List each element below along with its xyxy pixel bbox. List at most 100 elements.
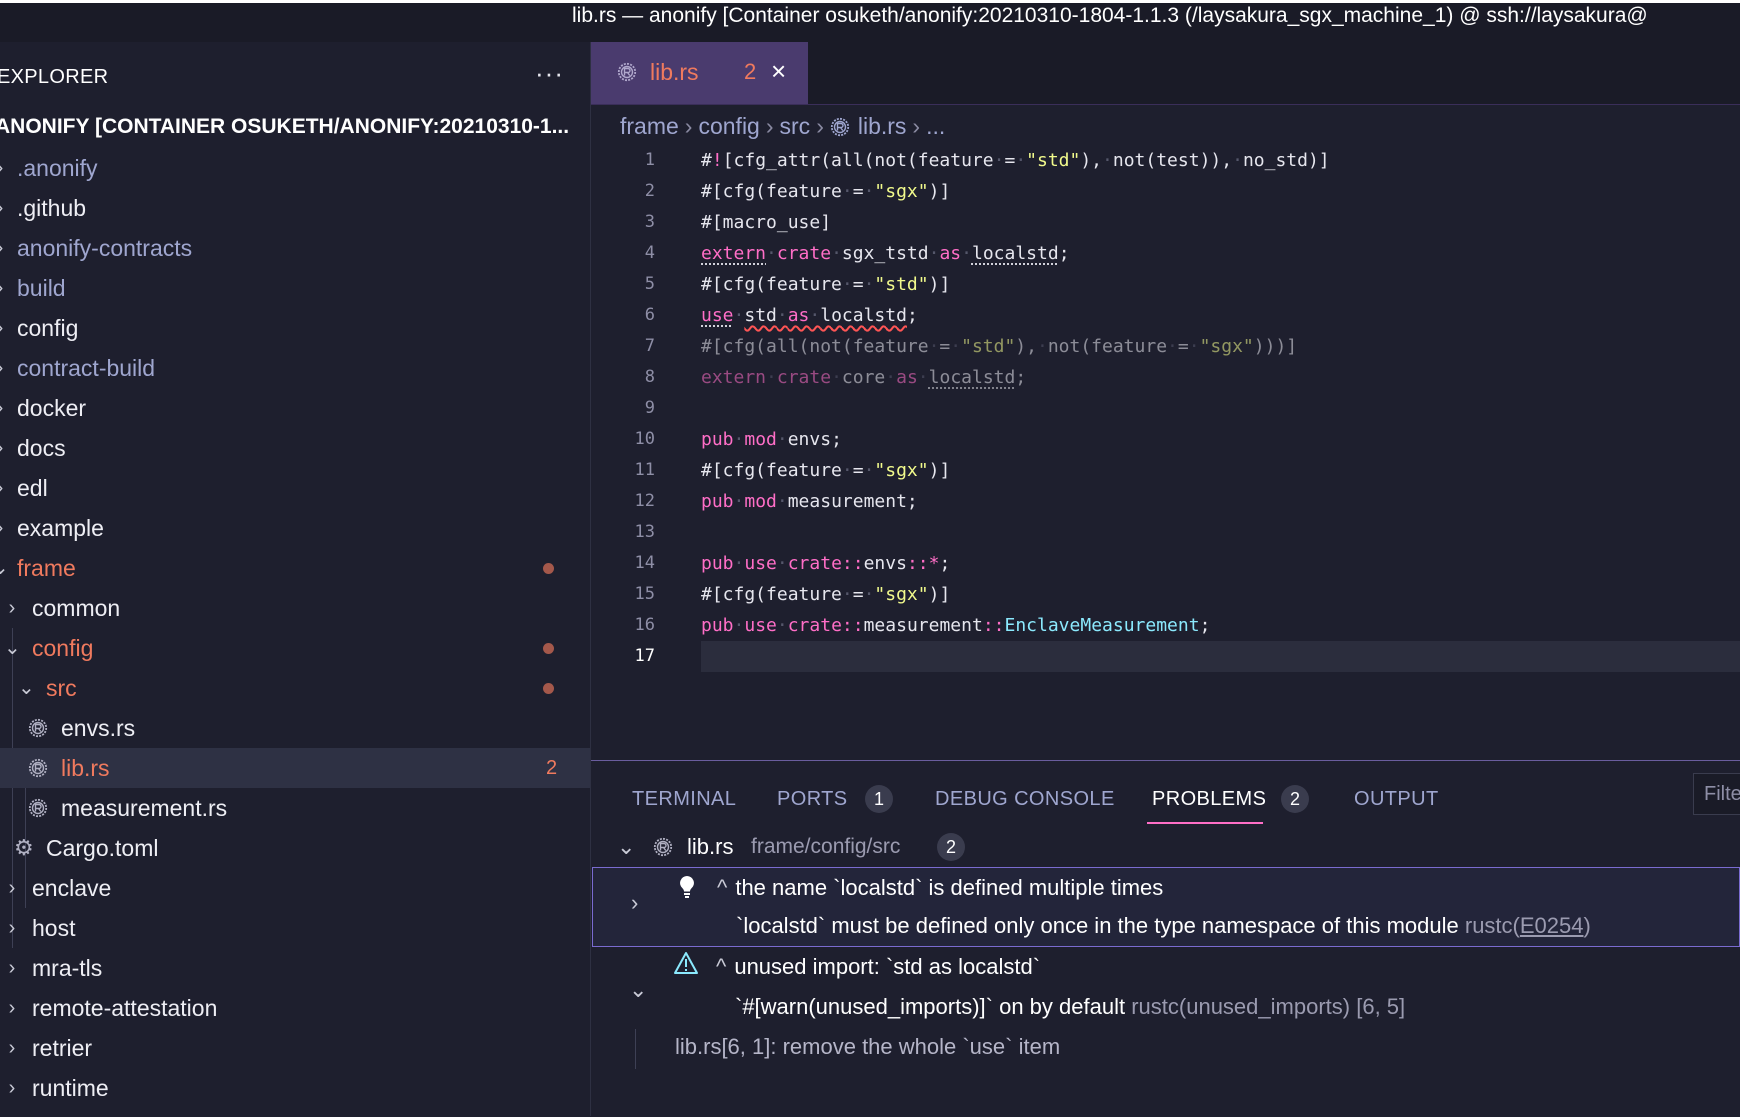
tab-debug-console[interactable]: DEBUG CONSOLE bbox=[935, 783, 1115, 815]
tree-item-anonify-contracts[interactable]: › anonify-contracts bbox=[0, 228, 590, 268]
tree-item-envs-rs[interactable]: envs.rs bbox=[0, 708, 590, 748]
chevron-right-icon: › bbox=[631, 890, 638, 916]
chevron-down-icon: ⌄ bbox=[18, 668, 34, 708]
tree-item-github[interactable]: › .github bbox=[0, 188, 590, 228]
workspace-root[interactable]: ANONIFY [CONTAINER OSUKETH/ANONIFY:20210… bbox=[0, 110, 585, 144]
tree-item-label: contract-build bbox=[17, 348, 155, 388]
tree-item-enclave[interactable]: › enclave bbox=[0, 868, 590, 908]
tab-ports[interactable]: PORTS bbox=[777, 783, 848, 815]
line-number: 16 bbox=[591, 610, 655, 641]
problem-detail: `localstd` must be defined only once in … bbox=[736, 906, 1591, 946]
line-number: 4 bbox=[591, 238, 655, 269]
tree-item-common[interactable]: › common bbox=[0, 588, 590, 628]
line-number: 6 bbox=[591, 300, 655, 331]
tree-item-src[interactable]: ⌄ src bbox=[0, 668, 590, 708]
chevron-right-icon: › bbox=[4, 868, 20, 908]
tree-item-edl[interactable]: › edl bbox=[0, 468, 590, 508]
line-number: 13 bbox=[591, 517, 655, 548]
problem-file-path: frame/config/src bbox=[751, 827, 900, 867]
code-line: extern·crate·sgx_tstd·as·localstd; bbox=[701, 238, 1070, 269]
breadcrumb-item[interactable]: config bbox=[698, 113, 759, 139]
code-line: #[cfg(feature·=·"sgx")] bbox=[701, 176, 950, 207]
problem-message-text: unused import: `std as localstd` bbox=[734, 954, 1040, 979]
tree-item-anonify-dir[interactable]: › .anonify bbox=[0, 148, 590, 188]
lightbulb-icon[interactable] bbox=[678, 874, 696, 900]
tree-item-measurement-rs[interactable]: measurement.rs bbox=[0, 788, 590, 828]
tree-item-remote-attestation[interactable]: › remote-attestation bbox=[0, 988, 590, 1028]
line-number: 5 bbox=[591, 269, 655, 300]
chevron-right-icon: › bbox=[4, 1068, 20, 1108]
line-number: 2 bbox=[591, 176, 655, 207]
chevron-right-icon: › bbox=[0, 268, 8, 308]
chevron-right-icon: › bbox=[0, 468, 8, 508]
file-tree: › .anonify › .github › anonify-contracts… bbox=[0, 148, 590, 1108]
tree-item-config[interactable]: › config bbox=[0, 308, 590, 348]
warning-icon bbox=[673, 951, 699, 975]
chevron-right-icon: › bbox=[816, 113, 824, 139]
quick-fix-item[interactable]: lib.rs[6, 1]: remove the whole `use` ite… bbox=[675, 1027, 1060, 1067]
tree-item-label: Cargo.toml bbox=[46, 828, 158, 868]
rust-file-icon bbox=[830, 117, 850, 137]
tree-item-cargo-toml[interactable]: ⚙ Cargo.toml bbox=[0, 828, 590, 868]
rust-file-icon bbox=[617, 62, 637, 82]
tab-label: lib.rs bbox=[650, 57, 699, 87]
quick-fix-text: lib.rs[6, 1]: remove the whole `use` ite… bbox=[675, 1034, 1060, 1059]
tree-item-frame[interactable]: ⌄ frame bbox=[0, 548, 590, 588]
chevron-right-icon: › bbox=[0, 148, 8, 188]
tree-item-label: .anonify bbox=[17, 148, 98, 188]
problem-file-group[interactable]: ⌄ lib.rs frame/config/src 2 bbox=[591, 827, 1740, 867]
chevron-right-icon: › bbox=[4, 1028, 20, 1068]
code-editor[interactable]: 1 2 3 4 5 6 7 8 9 10 11 12 13 14 15 16 1… bbox=[591, 145, 1740, 745]
tree-item-frame-config[interactable]: ⌄ config bbox=[0, 628, 590, 668]
breadcrumb-item[interactable]: ... bbox=[926, 113, 945, 139]
tree-item-mra-tls[interactable]: › mra-tls bbox=[0, 948, 590, 988]
code-line: use·std·as·localstd; bbox=[701, 300, 918, 331]
tree-item-runtime[interactable]: › runtime bbox=[0, 1068, 590, 1108]
active-tab-indicator bbox=[1147, 822, 1263, 824]
problem-message[interactable]: ^ unused import: `std as localstd` bbox=[716, 947, 1040, 987]
chevron-down-icon[interactable]: ⌄ bbox=[629, 977, 647, 1003]
code-line: #[macro_use] bbox=[701, 207, 831, 238]
chevron-right-icon: › bbox=[4, 948, 20, 988]
problem-item-error[interactable]: › ^ the name `localstd` is defined multip… bbox=[592, 867, 1740, 947]
line-number-current: 17 bbox=[591, 641, 655, 672]
line-number: 15 bbox=[591, 579, 655, 610]
chevron-right-icon: › bbox=[4, 908, 20, 948]
chevron-right-icon: › bbox=[0, 388, 8, 428]
breadcrumb-item[interactable]: frame bbox=[620, 113, 679, 139]
tab-output[interactable]: OUTPUT bbox=[1354, 783, 1439, 815]
breadcrumb-item[interactable]: lib.rs bbox=[858, 113, 907, 139]
chevron-right-icon: › bbox=[0, 228, 8, 268]
close-icon[interactable]: × bbox=[771, 56, 786, 86]
problems-filter-input[interactable]: Filte bbox=[1693, 773, 1740, 815]
tree-item-retrier[interactable]: › retrier bbox=[0, 1028, 590, 1068]
tree-item-contract-build[interactable]: › contract-build bbox=[0, 348, 590, 388]
tab-terminal[interactable]: TERMINAL bbox=[632, 783, 736, 815]
rust-file-icon bbox=[28, 758, 48, 778]
tree-item-docs[interactable]: › docs bbox=[0, 428, 590, 468]
explorer-sidebar: EXPLORER ··· ANONIFY [CONTAINER OSUKETH/… bbox=[0, 42, 591, 1116]
code-line: pub·use·crate::envs::*; bbox=[701, 548, 950, 579]
chevron-right-icon: › bbox=[0, 348, 8, 388]
tree-item-docker[interactable]: › docker bbox=[0, 388, 590, 428]
more-actions-icon[interactable]: ··· bbox=[535, 58, 564, 88]
tree-item-host[interactable]: › host bbox=[0, 908, 590, 948]
editor-tab-lib-rs[interactable]: lib.rs 2 × bbox=[591, 42, 808, 104]
breadcrumb: frame › config › src › lib.rs ›... bbox=[620, 108, 945, 144]
caret-up-icon: ^ bbox=[717, 875, 727, 900]
line-number: 3 bbox=[591, 207, 655, 238]
explorer-title: EXPLORER bbox=[0, 62, 108, 92]
tab-problems[interactable]: PROBLEMS bbox=[1152, 783, 1266, 815]
tree-item-lib-rs[interactable]: lib.rs 2 bbox=[0, 748, 590, 788]
problem-detail: `#[warn(unused_imports)]` on by default … bbox=[735, 987, 1405, 1027]
tree-item-label: host bbox=[32, 908, 75, 948]
editor-tab-bar: lib.rs 2 × bbox=[591, 42, 1740, 105]
error-code-link[interactable]: E0254 bbox=[1520, 913, 1584, 938]
tree-item-label: mra-tls bbox=[32, 948, 102, 988]
tree-item-label: edl bbox=[17, 468, 48, 508]
problem-file-count: 2 bbox=[937, 833, 965, 861]
tree-item-label: example bbox=[17, 508, 104, 548]
tree-item-example[interactable]: › example bbox=[0, 508, 590, 548]
breadcrumb-item[interactable]: src bbox=[780, 113, 811, 139]
tree-item-build[interactable]: › build bbox=[0, 268, 590, 308]
